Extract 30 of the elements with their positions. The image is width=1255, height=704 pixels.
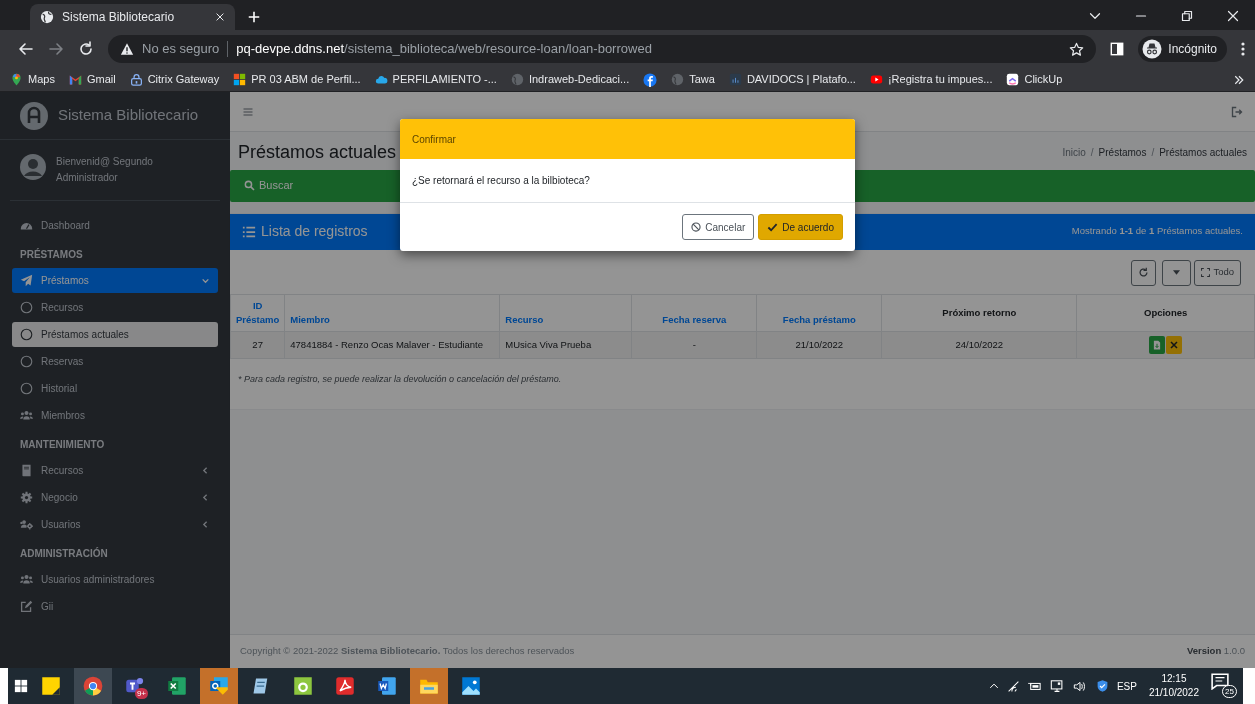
tab-title: Sistema Bibliotecario (62, 9, 176, 26)
section-header: PRÉSTAMOS (19, 247, 84, 262)
copyright-text: Copyright © 2021-2022 (240, 645, 340, 657)
page-title: Préstamos actuales (238, 142, 397, 164)
table-cell: - (631, 331, 757, 359)
records-summary: Mostrando 1-1 de 1 Préstamos actuales. (1071, 224, 1243, 239)
breadcrumb-item: Préstamos actuales (1159, 146, 1247, 161)
url-text: pq-devpe.ddns.net/sistema_biblioteca/web/resource-loan/loan-borrowed (236, 40, 653, 59)
section-header: ADMINISTRACIÓN (19, 546, 109, 561)
breadcrumb-item: Préstamos (1098, 146, 1147, 161)
rights-text: Todos los derechos reservados (441, 645, 575, 657)
table-cell: 24/10/2022 (881, 331, 1077, 359)
user-greeting: Bienvenid@ Segundo Administrador (56, 155, 154, 185)
dialog-title: Confirmar (400, 119, 855, 159)
dialog-message: ¿Se retornará el recurso a la bilbioteca? (400, 159, 855, 203)
breadcrumb-separator: / (1151, 146, 1155, 161)
notification-badge: 9+ (134, 688, 148, 699)
table-cell: MUsica Viva Prueba (499, 331, 632, 359)
section-header: MANTENIMIENTO (19, 437, 106, 452)
brand-name: Sistema Bibliotecario (58, 105, 199, 126)
breadcrumb-separator: / (1090, 146, 1094, 161)
table-cell: 47841884 - Renzo Ocas Malaver - Estudiante (284, 331, 500, 359)
table-cell: 27 (230, 331, 285, 359)
table-cell: 21/10/2022 (756, 331, 882, 359)
footnote: * Para cada registro, se puede realizar la devolución o cancelación del préstamo. (237, 373, 563, 387)
panel-title: Lista de registros (261, 222, 368, 242)
security-warning: No es seguro (142, 40, 220, 59)
column-header: Próximo retorno (881, 294, 1077, 332)
version-text: Version 1.0.0 (1186, 644, 1245, 659)
column-header: Opciones (1076, 294, 1255, 332)
